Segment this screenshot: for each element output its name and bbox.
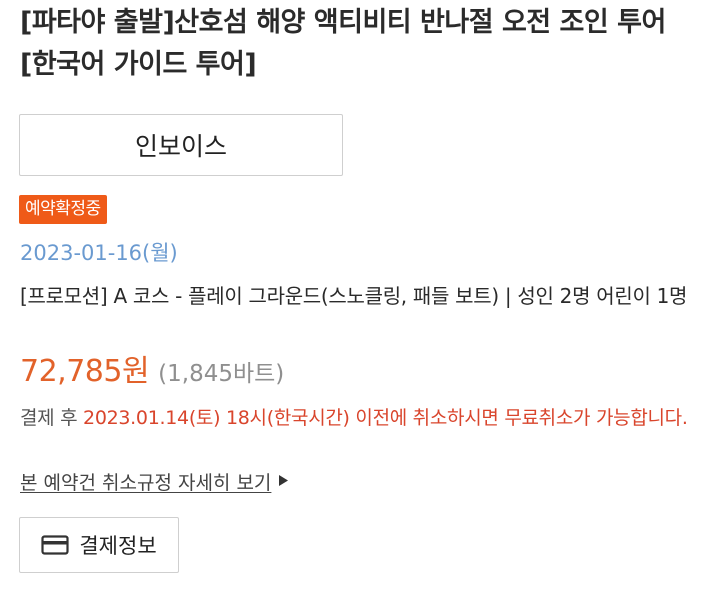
invoice-button[interactable]: 인보이스 [19,114,343,176]
triangle-right-icon [279,469,289,497]
invoice-button-label: 인보이스 [134,132,227,161]
credit-card-icon [41,535,69,555]
cancellation-policy-link[interactable]: 본 예약건 취소규정 자세히 보기 [20,469,289,497]
booking-date: 2023-01-16(월) [20,241,178,265]
cancellation-notice: 결제 후 2023.01.14(토) 18시(한국시간) 이전에 취소하시면 무… [20,403,700,434]
booking-option: [프로모션] A 코스 - 플레이 그라운드(스노클링, 패들 보트) | 성인… [20,284,688,308]
payment-info-label: 결제정보 [79,534,157,558]
cancellation-policy-label: 본 예약건 취소규정 자세히 보기 [20,472,272,494]
price-row: 72,785원 (1,845바트) [20,352,284,396]
payment-info-button[interactable]: 결제정보 [19,517,179,573]
cancellation-deadline: 2023.01.14(토) 18시(한국시간) 이전에 취소하시면 무료취소가 … [83,407,688,429]
price-amount: 72,785원 [20,354,150,389]
cancellation-prefix: 결제 후 [20,407,84,429]
status-badge: 예약확정중 [19,195,107,224]
product-title: [파타야 출발]산호섬 해양 액티비티 반나절 오전 조인 투어 [한국어 가이… [20,7,666,80]
price-local-currency: (1,845바트) [158,361,285,387]
